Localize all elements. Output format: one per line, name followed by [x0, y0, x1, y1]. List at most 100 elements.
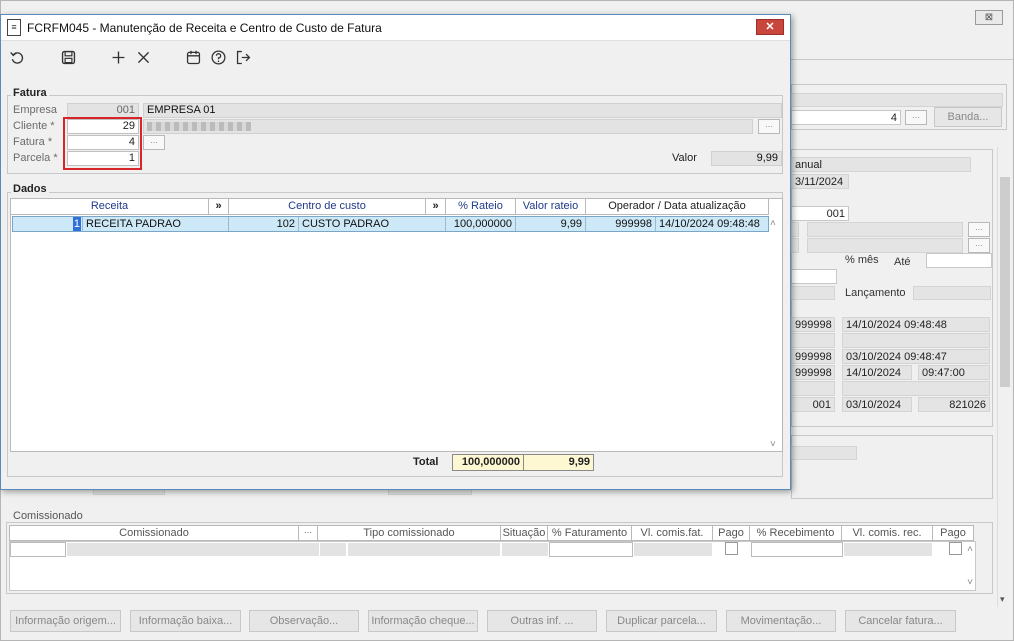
manual-select[interactable]: anual: [791, 157, 971, 172]
comm-cell-1[interactable]: [10, 542, 66, 557]
dados-title: Dados: [11, 183, 49, 195]
dt1: 14/10/2024 09:48:48: [842, 317, 990, 332]
fatura-picker-icon[interactable]: ⋯: [143, 135, 165, 150]
valor-rateio-cell[interactable]: 9,99: [516, 217, 586, 231]
receita-code-cell[interactable]: 1: [13, 217, 83, 231]
op2: 999998: [791, 349, 835, 364]
comm-cell-3: [320, 543, 346, 556]
receita-code[interactable]: 1: [72, 217, 81, 231]
informacao-cheque-button[interactable]: Informação cheque...: [368, 610, 478, 632]
pago-checkbox-2[interactable]: [949, 542, 962, 555]
code2: 001: [791, 397, 835, 412]
col-recebimento[interactable]: % Recebimento: [749, 525, 842, 541]
comm-cell-9: [844, 543, 932, 556]
comm-cell-8[interactable]: [751, 542, 843, 557]
help-icon[interactable]: [207, 47, 229, 67]
grid-scroll-up-icon[interactable]: ˄: [770, 218, 776, 229]
dt2: 03/10/2024 09:48:47: [842, 349, 990, 364]
main-close-button[interactable]: ⊠: [975, 10, 1003, 25]
dialog-titlebar[interactable]: ≡ FCRFM045 - Manutenção de Receita e Cen…: [1, 15, 790, 41]
outras-inf-button[interactable]: Outras inf. ...: [487, 610, 597, 632]
blurred-name: [147, 122, 251, 131]
col-vl-comis-fat[interactable]: Vl. comis.fat.: [631, 525, 713, 541]
undo-icon[interactable]: [6, 47, 28, 67]
col-valor-rateio[interactable]: Valor rateio: [516, 199, 586, 215]
operador-cell: 999998: [586, 217, 656, 231]
picker-icon-2[interactable]: ⋯: [968, 222, 990, 237]
col-pago-1[interactable]: Pago: [712, 525, 750, 541]
dialog-close-button[interactable]: ✕: [756, 19, 784, 35]
scrollbar-thumb[interactable]: [1000, 177, 1010, 387]
col-tipo[interactable]: Tipo comissionado: [317, 525, 501, 541]
cliente-label: Cliente *: [13, 120, 55, 132]
dados-grid[interactable]: Receita » Centro de custo » % Rateio Val…: [10, 198, 783, 452]
grid-scrollbar[interactable]: ˄ ˅: [768, 216, 782, 452]
exit-icon[interactable]: [232, 47, 254, 67]
receita-expand-icon[interactable]: »: [209, 199, 229, 215]
bg-field-b: [807, 222, 963, 237]
movimentacao-button[interactable]: Movimentação...: [726, 610, 836, 632]
comm-scroll-up-icon[interactable]: ˄: [967, 544, 973, 555]
picker-icon-3[interactable]: ⋯: [968, 238, 990, 253]
picker-icon[interactable]: ⋯: [905, 110, 927, 125]
comissionado-grid-body[interactable]: ˄ ˅: [9, 541, 976, 591]
dt4: 03/10/2024: [842, 397, 912, 412]
centro-code-cell[interactable]: 102: [229, 217, 299, 231]
delete-icon[interactable]: [132, 47, 154, 67]
centro-expand-icon[interactable]: »: [426, 199, 446, 215]
col-rateio[interactable]: % Rateio: [446, 199, 516, 215]
comissionado-title: Comissionado: [11, 510, 85, 522]
main-vertical-scrollbar[interactable]: ▾: [997, 147, 1011, 607]
col-vl-comis-rec[interactable]: Vl. comis. rec.: [841, 525, 933, 541]
dialog-title: FCRFM045 - Manutenção de Receita e Centr…: [27, 21, 382, 35]
bg-input-1[interactable]: [791, 269, 837, 284]
add-icon[interactable]: [107, 47, 129, 67]
table-row[interactable]: 1 RECEITA PADRAO 102 CUSTO PADRAO 100,00…: [12, 216, 769, 232]
dialog-toolbar: [1, 43, 790, 71]
pago-checkbox-1[interactable]: [725, 542, 738, 555]
informacao-origem-button[interactable]: Informação origem...: [10, 610, 121, 632]
col-pago-2[interactable]: Pago: [932, 525, 974, 541]
comm-cell-4: [348, 543, 500, 556]
col-situacao[interactable]: Situação: [500, 525, 548, 541]
fatura-label: Fatura *: [13, 136, 53, 148]
dialog-window: ≡ FCRFM045 - Manutenção de Receita e Cen…: [0, 14, 791, 490]
bg-field-g: [842, 333, 990, 348]
bg-field-h: [791, 381, 835, 396]
code-field[interactable]: 001: [791, 206, 849, 221]
rateio-cell[interactable]: 100,000000: [446, 217, 516, 231]
banda-button[interactable]: Banda...: [934, 107, 1002, 127]
empresa-label: Empresa: [13, 104, 58, 116]
bg-field-i: [842, 381, 990, 396]
pct-mes-label: % mês: [845, 254, 879, 266]
centro-name-cell: CUSTO PADRAO: [299, 217, 446, 231]
cliente-name: [143, 119, 753, 134]
col-centro-custo[interactable]: Centro de custo: [229, 199, 426, 215]
bg-field-4[interactable]: 4: [791, 110, 901, 125]
lower-right-panel: [791, 435, 993, 499]
highlight-box: [63, 117, 142, 170]
ate-input[interactable]: [926, 253, 992, 268]
calendar-icon[interactable]: [182, 47, 204, 67]
comm-cell-7: [634, 543, 712, 556]
col-comissionado[interactable]: Comissionado: [9, 525, 299, 541]
duplicar-parcela-button[interactable]: Duplicar parcela...: [606, 610, 717, 632]
grid-scroll-down-icon[interactable]: ˅: [770, 439, 776, 450]
informacao-baixa-button[interactable]: Informação baixa...: [130, 610, 241, 632]
scroll-down-icon[interactable]: ▾: [1000, 594, 1005, 605]
save-icon[interactable]: [57, 47, 79, 67]
comm-scroll-down-icon[interactable]: ˅: [967, 577, 973, 588]
observacao-button[interactable]: Observação...: [249, 610, 359, 632]
comm-cell-6[interactable]: [549, 542, 633, 557]
receita-name-cell: RECEITA PADRAO: [83, 217, 229, 231]
cliente-picker-icon[interactable]: ⋯: [758, 119, 780, 134]
col-pick-icon[interactable]: ⋯: [298, 525, 318, 541]
col-operador-data[interactable]: Operador / Data atualização: [586, 199, 769, 215]
col-receita[interactable]: Receita: [11, 199, 209, 215]
bg-field-j: [791, 446, 857, 460]
empresa-name: EMPRESA 01: [143, 103, 782, 118]
comm-cell-2: [67, 543, 319, 556]
col-faturamento[interactable]: % Faturamento: [547, 525, 632, 541]
valor-label: Valor: [672, 152, 697, 164]
cancelar-fatura-button[interactable]: Cancelar fatura...: [845, 610, 956, 632]
